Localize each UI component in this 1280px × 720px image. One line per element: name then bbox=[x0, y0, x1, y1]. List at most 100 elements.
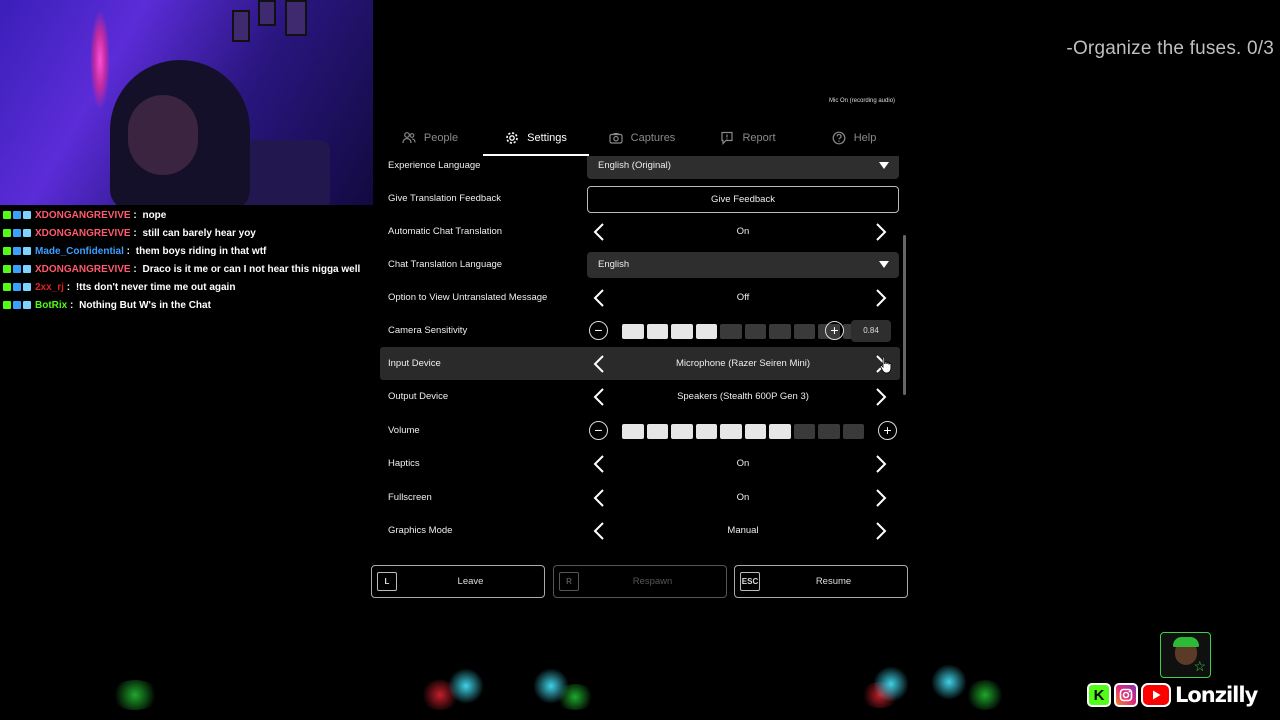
chevron-right-icon[interactable] bbox=[871, 387, 891, 407]
camera-sensitivity-value[interactable]: 0.84 bbox=[851, 319, 891, 342]
wall-frame bbox=[285, 0, 307, 36]
tab-people[interactable]: People bbox=[377, 120, 483, 156]
badge-icon bbox=[23, 301, 31, 309]
slider-control: − + bbox=[587, 417, 899, 445]
slider-segment[interactable] bbox=[695, 423, 717, 439]
streamer-avatar: ☆ bbox=[1160, 632, 1211, 678]
slider-segment[interactable] bbox=[646, 423, 668, 439]
youtube-icon bbox=[1141, 683, 1171, 707]
slider-segment[interactable] bbox=[793, 423, 815, 439]
button-label: Resume bbox=[815, 576, 852, 587]
slider-segment[interactable] bbox=[720, 323, 742, 339]
slider-segment[interactable] bbox=[622, 323, 644, 339]
chevron-right-icon[interactable] bbox=[871, 521, 891, 541]
slider-segment[interactable] bbox=[695, 323, 717, 339]
chat-username[interactable]: XDONGANGREVIVE bbox=[35, 228, 131, 239]
slider-segment[interactable] bbox=[842, 423, 864, 439]
chevron-left-icon[interactable] bbox=[589, 521, 609, 541]
chat-language-dropdown[interactable]: English bbox=[587, 251, 899, 278]
slider-segment[interactable] bbox=[622, 423, 644, 439]
resume-button[interactable]: ESC Resume bbox=[734, 565, 908, 598]
badge-icon bbox=[23, 247, 31, 255]
setting-untranslated-message: Option to View Untranslated Message Off bbox=[380, 281, 900, 314]
chevron-right-icon[interactable] bbox=[871, 488, 891, 508]
slider-segment[interactable] bbox=[671, 323, 693, 339]
setting-fullscreen: Fullscreen On bbox=[380, 481, 900, 514]
slider-segment[interactable] bbox=[646, 323, 668, 339]
volume-bar[interactable] bbox=[622, 423, 864, 439]
slider-segment[interactable] bbox=[818, 423, 840, 439]
selector-value: On bbox=[736, 492, 750, 503]
tab-captures[interactable]: Captures bbox=[589, 120, 695, 156]
setting-label: Option to View Untranslated Message bbox=[388, 292, 548, 303]
chevron-right-icon[interactable] bbox=[871, 454, 891, 474]
tab-report[interactable]: Report bbox=[695, 120, 801, 156]
setting-chat-translation-language: Chat Translation Language English bbox=[380, 248, 900, 281]
slider-segment[interactable] bbox=[769, 323, 791, 339]
setting-label: Chat Translation Language bbox=[388, 259, 503, 270]
ambient-light bbox=[555, 684, 595, 710]
wall-frame bbox=[232, 10, 250, 42]
badge-icon bbox=[3, 211, 11, 219]
selector: On bbox=[587, 218, 899, 246]
chevron-left-icon[interactable] bbox=[589, 222, 609, 242]
slider-segment[interactable] bbox=[671, 423, 693, 439]
selector: Manual bbox=[587, 517, 899, 545]
setting-label: Volume bbox=[388, 425, 420, 436]
caret-down-icon bbox=[879, 161, 889, 169]
give-feedback-button[interactable]: Give Feedback bbox=[587, 185, 899, 213]
slider-segment[interactable] bbox=[744, 323, 766, 339]
chat-username[interactable]: XDONGANGREVIVE bbox=[35, 210, 131, 221]
tab-settings[interactable]: Settings bbox=[483, 120, 589, 156]
selector-value: Speakers (Stealth 600P Gen 3) bbox=[677, 391, 809, 402]
minus-icon[interactable]: − bbox=[589, 420, 608, 440]
chat-username[interactable]: Made_Confidential bbox=[35, 246, 124, 257]
ambient-light bbox=[931, 664, 967, 700]
chevron-left-icon[interactable] bbox=[589, 288, 609, 308]
tab-help[interactable]: Help bbox=[801, 120, 907, 156]
chat-text: still can barely hear yoy bbox=[142, 227, 256, 239]
chat-language-control: English bbox=[587, 251, 899, 279]
chevron-left-icon[interactable] bbox=[589, 488, 609, 508]
selector: Microphone (Razer Seiren Mini) bbox=[587, 350, 899, 378]
leave-button[interactable]: L Leave bbox=[371, 565, 545, 598]
camera-icon bbox=[609, 133, 623, 144]
settings-scrollbar[interactable] bbox=[903, 235, 906, 395]
chat-badges bbox=[3, 211, 31, 219]
chevron-left-icon[interactable] bbox=[589, 354, 609, 374]
badge-icon bbox=[23, 229, 31, 237]
setting-label: Give Translation Feedback bbox=[388, 193, 502, 204]
tab-label: People bbox=[423, 132, 459, 144]
chevron-right-icon[interactable] bbox=[871, 288, 891, 308]
plus-icon[interactable]: + bbox=[878, 420, 897, 440]
chat-username[interactable]: XDONGANGREVIVE bbox=[35, 264, 131, 275]
slider-segment[interactable] bbox=[769, 423, 791, 439]
chat-text: nope bbox=[142, 209, 167, 221]
chat-badges bbox=[3, 229, 31, 237]
chat-username[interactable]: 2xx_rj bbox=[35, 282, 64, 293]
chevron-left-icon[interactable] bbox=[589, 454, 609, 474]
badge-icon bbox=[13, 229, 21, 237]
badge-icon bbox=[23, 283, 31, 291]
wall-frame bbox=[258, 0, 276, 26]
chat-badges bbox=[3, 247, 31, 255]
slider-segment[interactable] bbox=[720, 423, 742, 439]
chevron-right-icon[interactable] bbox=[871, 222, 891, 242]
badge-icon bbox=[13, 247, 21, 255]
respawn-button[interactable]: R Respawn bbox=[553, 565, 727, 598]
dropdown-value: English bbox=[598, 258, 630, 270]
badge-icon bbox=[3, 265, 11, 273]
dropdown[interactable]: English (Original) bbox=[587, 156, 899, 179]
chat-separator: : bbox=[130, 209, 140, 221]
streamer-name: Lonzilly bbox=[1175, 683, 1258, 707]
plus-icon[interactable]: + bbox=[825, 320, 844, 340]
stream-chat: XDONGANGREVIVE : nope XDONGANGREVIVE : st… bbox=[3, 206, 373, 314]
slider-segment[interactable] bbox=[793, 323, 815, 339]
setting-label: Fullscreen bbox=[388, 492, 432, 503]
chevron-left-icon[interactable] bbox=[589, 387, 609, 407]
streamer-face bbox=[128, 95, 198, 175]
minus-icon[interactable]: − bbox=[589, 320, 608, 340]
chat-username[interactable]: BotRix bbox=[35, 300, 67, 311]
experience-language-dropdown[interactable]: English (Original) bbox=[587, 156, 899, 180]
slider-segment[interactable] bbox=[744, 423, 766, 439]
